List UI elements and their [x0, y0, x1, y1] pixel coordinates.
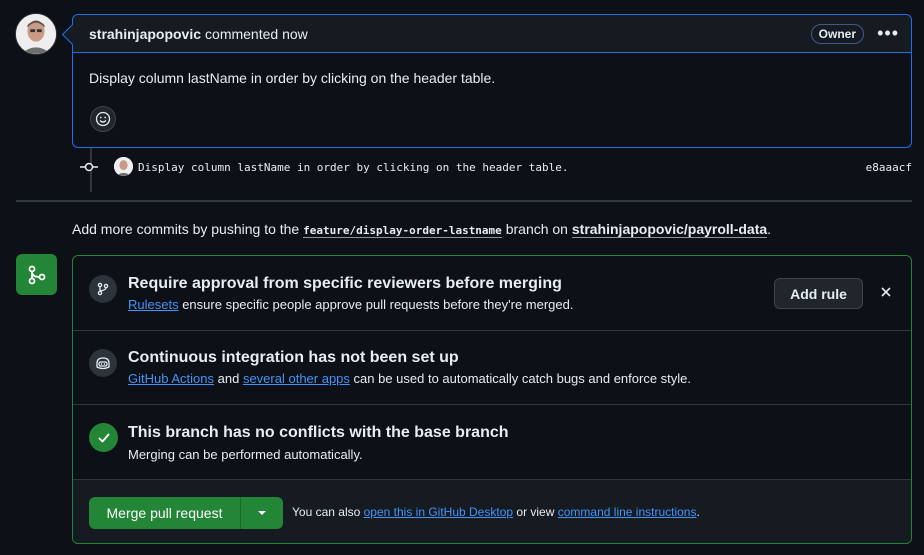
- git-commit-icon: [80, 160, 98, 174]
- reviewers-text: ensure specific people approve pull requ…: [182, 297, 574, 312]
- reviewers-section: Require approval from specific reviewers…: [73, 256, 911, 331]
- other-apps-link[interactable]: several other apps: [243, 371, 350, 386]
- comment-header: strahinjapopovic commented now Owner •••: [73, 15, 911, 53]
- alt-suffix: .: [696, 505, 700, 519]
- git-merge-icon: [16, 254, 57, 295]
- commit-sha-link[interactable]: e8aaacf: [866, 161, 912, 174]
- alt-or: or view: [516, 505, 555, 519]
- ci-text: can be used to automatically catch bugs …: [353, 371, 692, 386]
- merge-method-dropdown[interactable]: [241, 497, 283, 529]
- comment-body: Display column lastName in order by clic…: [89, 70, 496, 86]
- command-line-link[interactable]: command line instructions: [558, 505, 697, 519]
- github-actions-link[interactable]: GitHub Actions: [128, 371, 214, 386]
- close-icon[interactable]: [879, 285, 893, 299]
- timeline-separator: [16, 200, 912, 202]
- ci-title: Continuous integration has not been set …: [128, 349, 459, 366]
- push-note-middle: branch on: [505, 221, 568, 237]
- merge-action-section: Merge pull request You can also open thi…: [73, 480, 911, 543]
- rulesets-link[interactable]: Rulesets: [128, 297, 179, 312]
- merge-button-group: Merge pull request: [89, 497, 283, 529]
- push-note-prefix: Add more commits by pushing to the: [72, 221, 300, 237]
- commit-message-link[interactable]: Display column lastName in order by clic…: [138, 161, 568, 174]
- ci-section: Continuous integration has not been set …: [73, 331, 911, 405]
- copilot-icon: [89, 349, 117, 377]
- github-desktop-link[interactable]: open this in GitHub Desktop: [364, 505, 513, 519]
- commit-author-avatar[interactable]: [114, 157, 133, 176]
- conflicts-title: This branch has no conflicts with the ba…: [128, 424, 509, 441]
- push-note-suffix: .: [767, 221, 772, 237]
- triangle-down-icon: [258, 511, 266, 515]
- comment-author-link[interactable]: strahinjapopovic: [89, 26, 201, 42]
- check-icon: [89, 423, 118, 452]
- smiley-icon: [95, 111, 111, 127]
- kebab-menu-icon[interactable]: •••: [877, 23, 899, 44]
- merge-alternatives: You can also open this in GitHub Desktop…: [292, 505, 700, 519]
- reviewers-title: Require approval from specific reviewers…: [128, 275, 562, 292]
- add-reaction-button[interactable]: [90, 106, 116, 132]
- ci-and: and: [217, 371, 240, 386]
- repo-name-link[interactable]: strahinjapopovic/payroll-data: [571, 221, 768, 238]
- merge-pull-request-button[interactable]: Merge pull request: [89, 497, 241, 529]
- add-rule-button[interactable]: Add rule: [774, 278, 863, 309]
- conflicts-subtitle: Merging can be performed automatically.: [128, 447, 363, 462]
- alt-prefix: You can also: [292, 505, 361, 519]
- merge-box: Require approval from specific reviewers…: [72, 255, 912, 544]
- branch-name-link[interactable]: feature/display-order-lastname: [303, 224, 502, 238]
- push-instructions: Add more commits by pushing to the featu…: [72, 221, 772, 238]
- comment-box: strahinjapopovic commented now Owner •••…: [72, 14, 912, 148]
- git-branch-icon: [89, 275, 117, 303]
- ci-subtitle: GitHub Actions and several other apps ca…: [128, 371, 691, 386]
- comment-timestamp: commented now: [205, 25, 308, 42]
- owner-badge: Owner: [810, 24, 864, 44]
- user-avatar[interactable]: [15, 13, 57, 55]
- conflicts-section: This branch has no conflicts with the ba…: [73, 405, 911, 480]
- reviewers-subtitle: Rulesets ensure specific people approve …: [128, 297, 573, 312]
